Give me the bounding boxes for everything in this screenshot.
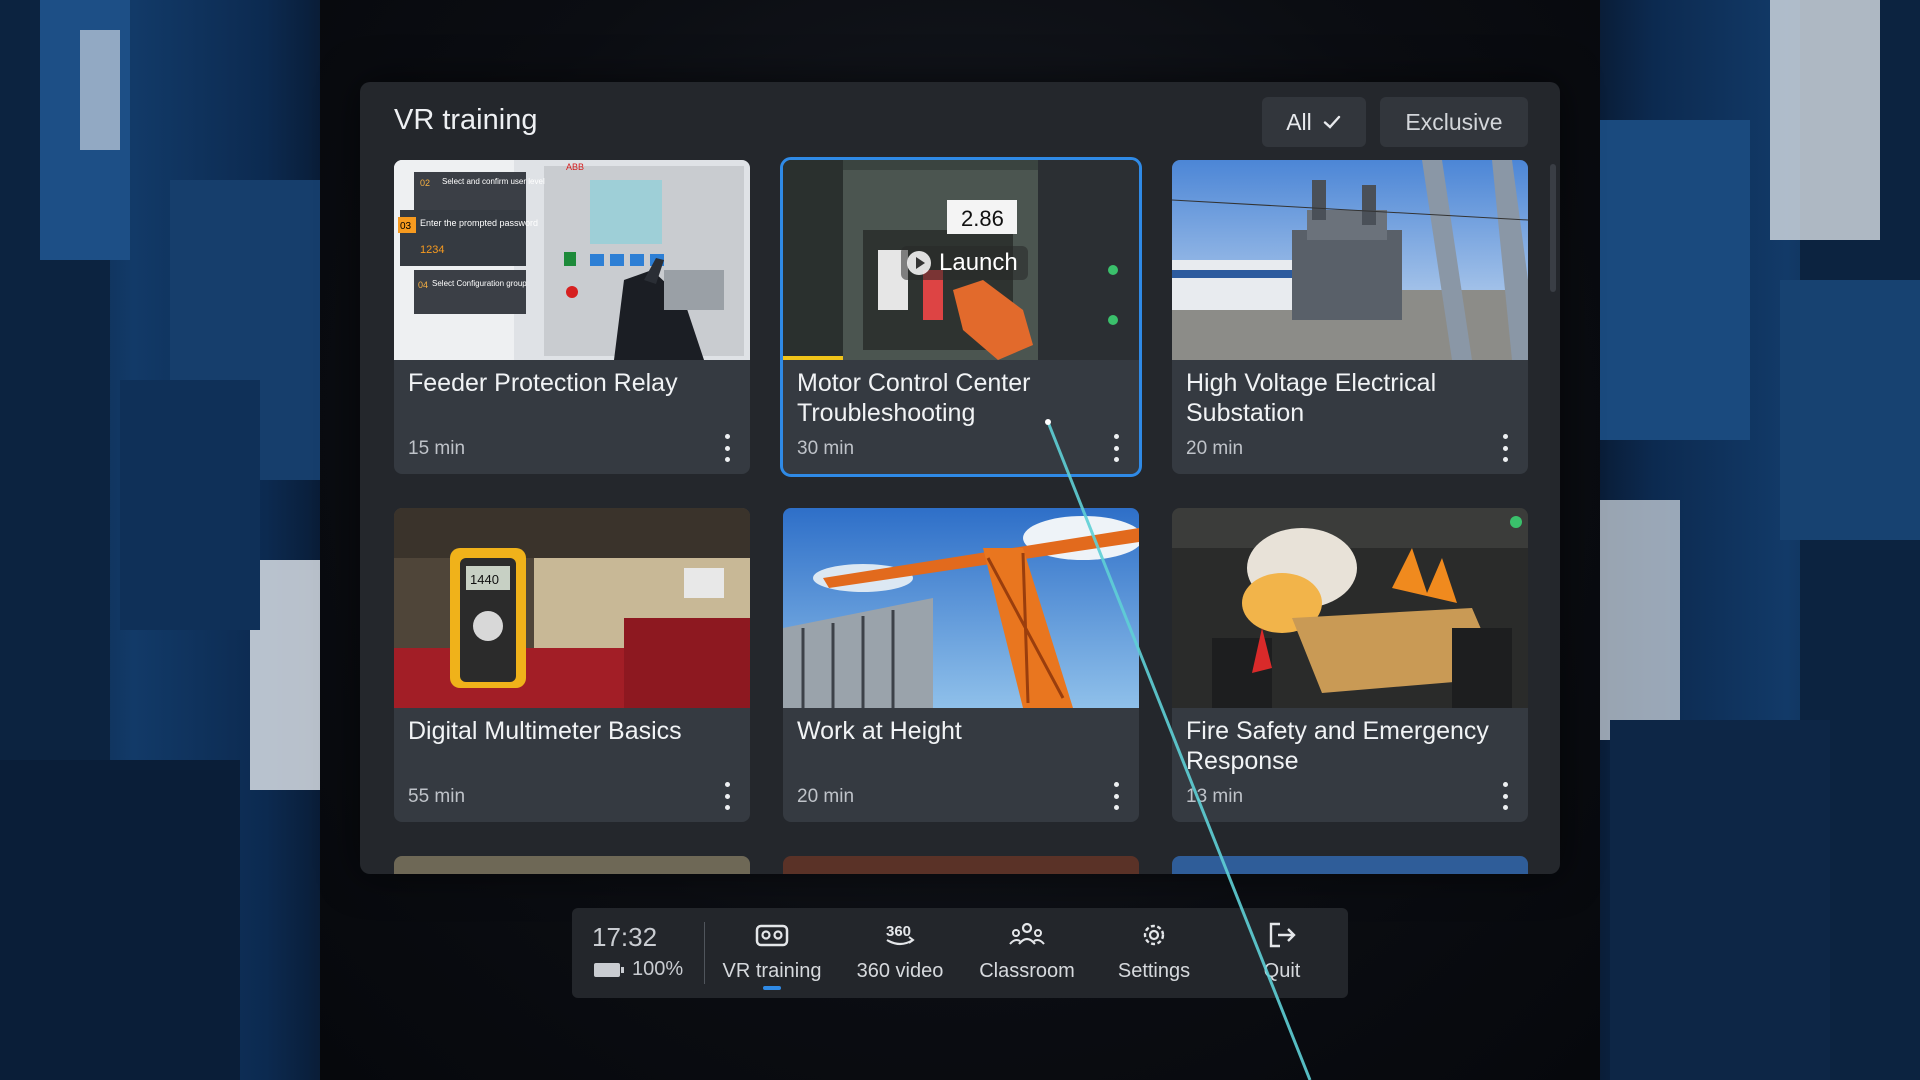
- gear-icon: [1143, 924, 1165, 946]
- course-grid: Select and confirm user level 02 03 Ente…: [394, 157, 1528, 874]
- course-duration: 15 min: [408, 438, 466, 459]
- course-title: High Voltage Electrical Substation: [1186, 369, 1437, 427]
- check-icon: [1323, 115, 1340, 129]
- play-icon: [907, 251, 931, 275]
- dock-item-settings[interactable]: Settings: [1094, 918, 1214, 992]
- dock-label: Classroom: [979, 960, 1075, 982]
- course-duration: 20 min: [797, 786, 855, 807]
- course-card-partial[interactable]: [783, 856, 1139, 874]
- course-thumbnail: [1172, 508, 1528, 708]
- battery-level: 100%: [632, 958, 684, 980]
- course-title: Feeder Protection Relay: [408, 369, 678, 397]
- battery-status: 100%: [594, 958, 683, 981]
- exit-icon: [1269, 922, 1296, 948]
- dock-item-quit[interactable]: Quit: [1222, 918, 1342, 992]
- thumb-text: ABB: [566, 162, 584, 172]
- dock-label: 360 video: [856, 960, 944, 982]
- svg-text:360: 360: [886, 923, 911, 940]
- more-options-icon[interactable]: [722, 434, 732, 462]
- course-thumbnail: 1440: [394, 508, 750, 708]
- course-card-partial[interactable]: [1172, 856, 1528, 874]
- dock-item-classroom[interactable]: Classroom: [967, 918, 1087, 992]
- course-card-digital-multimeter-basics[interactable]: 1440 Digital Multimeter Basics 55 min: [394, 508, 750, 822]
- battery-icon: [594, 962, 624, 977]
- filter-all-label: All: [1286, 108, 1312, 135]
- filter-all-button[interactable]: All: [1262, 97, 1366, 147]
- course-title: Motor Control Center Troubleshooting: [797, 369, 1031, 427]
- vr-training-panel: VR training All Exclusive Select and con: [360, 82, 1560, 874]
- thumb-text: 02: [420, 178, 430, 188]
- course-thumbnail: [783, 508, 1139, 708]
- dock-label: Quit: [1263, 960, 1301, 982]
- course-card-fire-safety[interactable]: Fire Safety and Emergency Response 13 mi…: [1172, 508, 1528, 822]
- course-title: Fire Safety and Emergency Response: [1186, 717, 1489, 775]
- more-options-icon[interactable]: [1500, 434, 1510, 462]
- course-duration: 13 min: [1186, 786, 1244, 807]
- dock-divider: [704, 922, 705, 984]
- dock-label: VR training: [722, 960, 822, 982]
- clock: 17:32: [592, 922, 658, 952]
- meter-readout: 1440: [470, 572, 499, 587]
- more-options-icon[interactable]: [1111, 782, 1121, 810]
- more-options-icon[interactable]: [1500, 782, 1510, 810]
- filter-exclusive-label: Exclusive: [1405, 108, 1503, 135]
- thumb-text: Enter the prompted password: [420, 218, 538, 228]
- meter-readout: 2.86: [961, 206, 1004, 231]
- more-options-icon[interactable]: [1111, 434, 1121, 462]
- scrollbar[interactable]: [1550, 164, 1556, 292]
- course-title: Digital Multimeter Basics: [408, 717, 682, 745]
- thumb-text: Select Configuration group: [432, 279, 527, 288]
- 360-video-icon: 360: [886, 923, 915, 946]
- course-thumbnail: Select and confirm user level 02 03 Ente…: [394, 160, 750, 360]
- launch-label: Launch: [939, 249, 1018, 276]
- thumb-text: 1234: [420, 244, 444, 256]
- course-card-work-at-height[interactable]: Work at Height 20 min: [783, 508, 1139, 822]
- course-duration: 30 min: [797, 438, 855, 459]
- bottom-dock: 17:32 100% VR training 360 360 video Cla…: [572, 908, 1348, 998]
- course-thumbnail: [1172, 160, 1528, 360]
- filter-exclusive-button[interactable]: Exclusive: [1380, 97, 1528, 147]
- dock-item-vr-training[interactable]: VR training: [712, 918, 832, 992]
- course-duration: 55 min: [408, 786, 466, 807]
- thumb-text: 03: [400, 221, 412, 232]
- course-thumbnail: 2.86 Launch: [783, 160, 1139, 360]
- more-options-icon[interactable]: [722, 782, 732, 810]
- course-card-motor-control-center[interactable]: 2.86 Launch Motor Control Center Trouble…: [780, 157, 1142, 477]
- thumb-text: 04: [418, 280, 428, 290]
- course-card-high-voltage-substation[interactable]: High Voltage Electrical Substation 20 mi…: [1172, 160, 1528, 474]
- course-title: Work at Height: [797, 717, 962, 745]
- course-card-feeder-protection-relay[interactable]: Select and confirm user level 02 03 Ente…: [394, 160, 750, 474]
- launch-button[interactable]: Launch: [901, 246, 1028, 280]
- dock-item-360-video[interactable]: 360 360 video: [840, 918, 960, 992]
- page-title: VR training: [394, 104, 538, 136]
- active-indicator: [763, 986, 781, 990]
- classroom-icon: [1009, 922, 1045, 945]
- course-card-partial[interactable]: [394, 856, 750, 874]
- course-duration: 20 min: [1186, 438, 1244, 459]
- thumb-text: Select and confirm user level: [442, 177, 545, 186]
- dock-label: Settings: [1117, 960, 1191, 982]
- vr-headset-icon: [755, 924, 789, 947]
